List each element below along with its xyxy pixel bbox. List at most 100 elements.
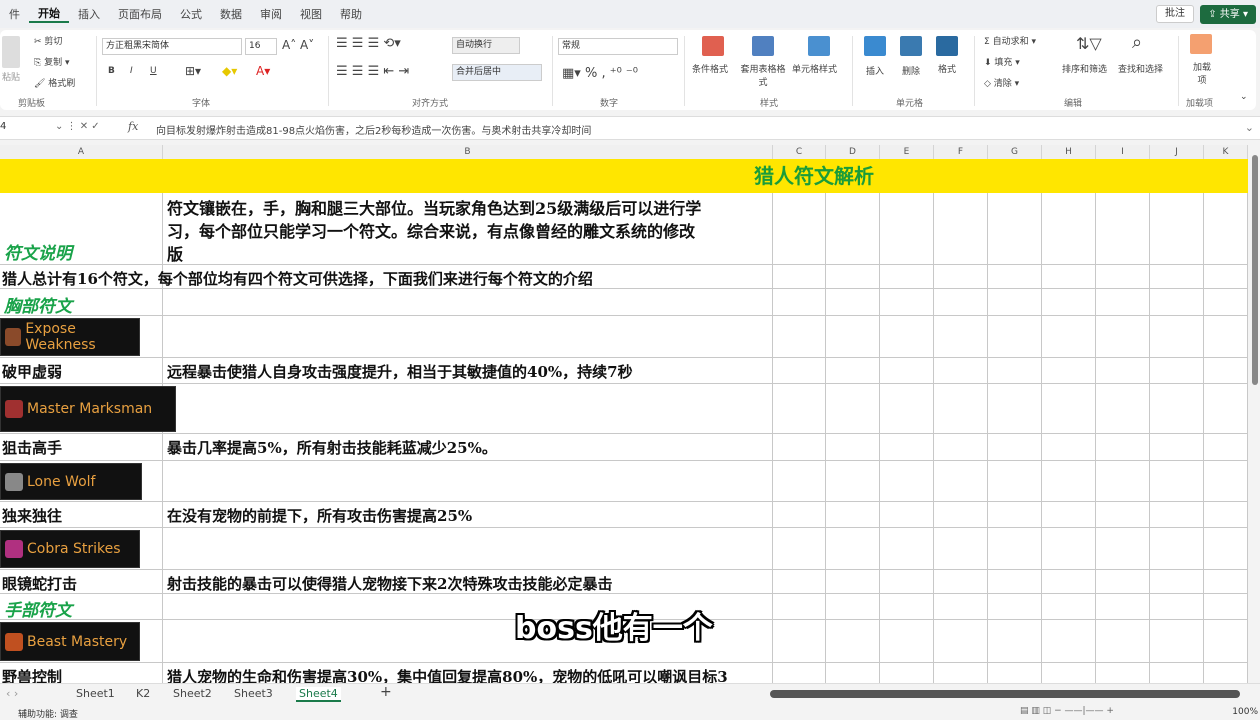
insert-cells-button[interactable]: 插入 xyxy=(866,64,884,77)
name-box[interactable]: 4 xyxy=(0,121,6,132)
grid-cell[interactable] xyxy=(880,265,934,289)
column-header[interactable]: I xyxy=(1096,145,1150,159)
grid-cell[interactable] xyxy=(826,193,880,265)
format-painter-button[interactable]: 🖌 格式刷 xyxy=(34,76,75,89)
grid-cell[interactable] xyxy=(1150,265,1204,289)
grid-cell[interactable] xyxy=(1150,384,1204,434)
grid-cell[interactable] xyxy=(1204,316,1248,358)
menu-tab[interactable]: 开始 xyxy=(29,5,69,23)
grid-cell[interactable] xyxy=(988,461,1042,502)
grid-cell[interactable] xyxy=(1042,663,1096,683)
add-sheet-button[interactable]: + xyxy=(380,684,392,700)
grid-cell[interactable] xyxy=(880,570,934,594)
font-name-select[interactable]: 方正粗黑宋简体 xyxy=(102,38,242,55)
grid-cell[interactable] xyxy=(1150,620,1204,663)
grid-cell[interactable] xyxy=(826,358,880,384)
grid-cell[interactable] xyxy=(1204,358,1248,384)
grid-cell[interactable] xyxy=(1204,663,1248,683)
zoom-level[interactable]: 100% xyxy=(1232,707,1258,717)
grid-cell[interactable] xyxy=(880,461,934,502)
underline-button[interactable]: U xyxy=(150,66,157,76)
grid-cell[interactable] xyxy=(934,358,988,384)
grid-cell[interactable] xyxy=(934,570,988,594)
grid-cell[interactable] xyxy=(1150,193,1204,265)
grid-cell[interactable] xyxy=(1096,316,1150,358)
grid-cell[interactable] xyxy=(773,663,826,683)
menu-tab[interactable]: 数据 xyxy=(211,6,251,22)
sheet-tab[interactable]: K2 xyxy=(136,687,150,700)
menu-tab[interactable]: 件 xyxy=(0,6,29,22)
grid-cell[interactable] xyxy=(1096,570,1150,594)
paste-button[interactable]: 粘贴 xyxy=(2,70,20,83)
grid-cell[interactable] xyxy=(826,265,880,289)
grid-cell[interactable] xyxy=(1042,384,1096,434)
grid-cell[interactable] xyxy=(773,594,826,620)
font-size-select[interactable]: 16 xyxy=(245,38,277,55)
border-icon[interactable]: ⊞▾ xyxy=(185,64,201,78)
share-button[interactable]: ⇪ 共享 ▾ xyxy=(1200,5,1256,24)
grid-cell[interactable] xyxy=(826,594,880,620)
grid-cell[interactable] xyxy=(988,570,1042,594)
grid-cell[interactable] xyxy=(988,663,1042,683)
column-header[interactable]: J xyxy=(1150,145,1204,159)
grid-cell[interactable] xyxy=(880,663,934,683)
column-header[interactable]: A xyxy=(0,145,163,159)
grid-cell[interactable] xyxy=(163,528,773,570)
menu-tab[interactable]: 插入 xyxy=(69,6,109,22)
grid-cell[interactable] xyxy=(773,265,826,289)
grid-cell[interactable] xyxy=(1150,570,1204,594)
grid-cell[interactable] xyxy=(1150,358,1204,384)
comment-button[interactable]: 批注 xyxy=(1156,5,1194,23)
grid-cell[interactable] xyxy=(1042,358,1096,384)
grid-cell[interactable] xyxy=(1042,265,1096,289)
grid-cell[interactable] xyxy=(826,434,880,461)
sheet-tab[interactable]: Sheet3 xyxy=(234,687,273,700)
grid-cell[interactable] xyxy=(880,316,934,358)
clear-button[interactable]: ◇ 清除 ▾ xyxy=(984,76,1019,89)
grid-cell[interactable] xyxy=(826,461,880,502)
column-header[interactable]: K xyxy=(1204,145,1248,159)
grid-cell[interactable] xyxy=(1042,502,1096,528)
collapse-ribbon-icon[interactable]: ⌄ xyxy=(1240,92,1248,102)
grid-cell[interactable] xyxy=(1096,384,1150,434)
grid-cell[interactable] xyxy=(773,434,826,461)
grid-cell[interactable] xyxy=(934,502,988,528)
grid-cell[interactable] xyxy=(988,528,1042,570)
expand-formula-icon[interactable]: ⌄ xyxy=(1245,121,1254,134)
grid-cell[interactable] xyxy=(773,620,826,663)
grid-cell[interactable] xyxy=(988,434,1042,461)
grid-cell[interactable] xyxy=(934,620,988,663)
grid-cell[interactable] xyxy=(934,594,988,620)
delete-cells-button[interactable]: 删除 xyxy=(902,64,920,77)
grid-cell[interactable] xyxy=(988,193,1042,265)
grid-cell[interactable] xyxy=(1042,461,1096,502)
grid-cell[interactable] xyxy=(988,265,1042,289)
grid-cell[interactable] xyxy=(934,663,988,683)
grid-cell[interactable] xyxy=(163,461,773,502)
grid-cell[interactable] xyxy=(773,289,826,316)
bold-button[interactable]: B xyxy=(108,66,115,76)
grid-cell[interactable] xyxy=(988,316,1042,358)
grid-cell[interactable] xyxy=(880,502,934,528)
grid-cell[interactable] xyxy=(934,316,988,358)
grid-cell[interactable] xyxy=(880,358,934,384)
font-color-icon[interactable]: A▾ xyxy=(256,64,270,78)
cell-style-button[interactable]: 单元格样式 xyxy=(792,62,837,75)
table-format-button[interactable]: 套用表格格式 xyxy=(738,62,788,88)
grid-cell[interactable] xyxy=(773,570,826,594)
grid-cell[interactable] xyxy=(1150,663,1204,683)
grid-cell[interactable] xyxy=(826,570,880,594)
grid-cell[interactable] xyxy=(773,502,826,528)
grid-cell[interactable] xyxy=(880,384,934,434)
grid-cell[interactable] xyxy=(826,620,880,663)
sheet-tab[interactable]: Sheet4 xyxy=(296,687,341,702)
menu-tab[interactable]: 页面布局 xyxy=(109,6,171,22)
menu-tab[interactable]: 视图 xyxy=(291,6,331,22)
grid-cell[interactable] xyxy=(1150,461,1204,502)
horizontal-align-icons[interactable]: ☰ ☰ ☰ ⇤ ⇥ xyxy=(336,64,409,79)
grid-cell[interactable] xyxy=(1150,434,1204,461)
merge-center-button[interactable]: 合并后居中 xyxy=(452,64,542,81)
fx-icon[interactable]: fx xyxy=(128,120,138,133)
grid-cell[interactable] xyxy=(826,384,880,434)
grid-cell[interactable] xyxy=(1204,594,1248,620)
